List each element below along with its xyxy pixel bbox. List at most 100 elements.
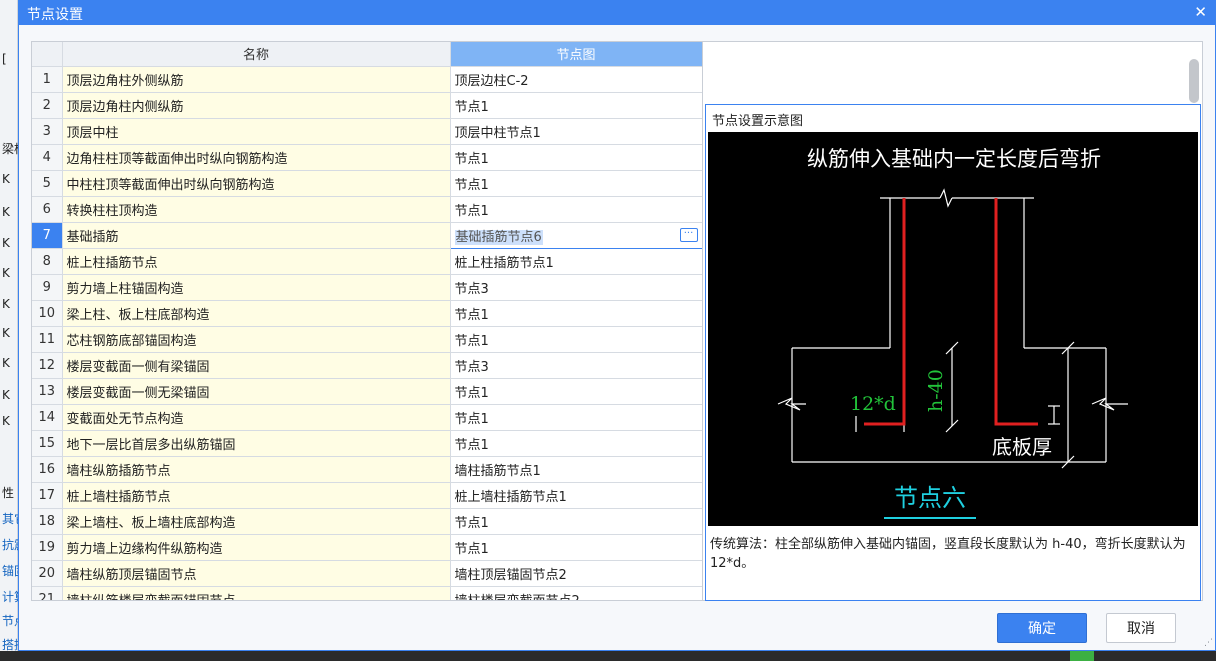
row-node-diagram[interactable]: 节点3 <box>450 274 702 301</box>
row-name[interactable]: 变截面处无节点构造 <box>62 404 451 431</box>
row-number[interactable]: 7 <box>32 222 63 249</box>
row-node-diagram[interactable]: 节点1 <box>450 430 702 457</box>
row-node-diagram[interactable]: 墙柱楼层变截面节点2 <box>450 586 702 600</box>
row-node-diagram[interactable]: 节点1 <box>450 404 702 431</box>
node-edit-text[interactable]: 基础插筋节点6 <box>454 229 543 245</box>
row-number[interactable]: 5 <box>32 170 63 197</box>
background-fragment: 计算 <box>2 590 18 604</box>
ok-button[interactable]: 确定 <box>997 613 1087 643</box>
row-name[interactable]: 顶层边角柱内侧纵筋 <box>62 92 451 119</box>
row-name[interactable]: 梁上柱、板上柱底部构造 <box>62 300 451 327</box>
row-name[interactable]: 边角柱柱顶等截面伸出时纵向钢筋构造 <box>62 144 451 171</box>
row-name[interactable]: 墙柱纵筋顶层锚固节点 <box>62 560 451 587</box>
row-name[interactable]: 基础插筋 <box>62 222 451 249</box>
table-row[interactable]: 17 桩上墙柱插筋节点 桩上墙柱插筋节点1 <box>32 482 702 509</box>
row-number[interactable]: 8 <box>32 248 63 275</box>
row-name[interactable]: 剪力墙上柱锚固构造 <box>62 274 451 301</box>
row-node-diagram[interactable]: 节点3 <box>450 352 702 379</box>
row-node-diagram[interactable]: 节点1 <box>450 92 702 119</box>
table-row[interactable]: 5 中柱柱顶等截面伸出时纵向钢筋构造 节点1 <box>32 170 702 197</box>
row-name[interactable]: 梁上墙柱、板上墙柱底部构造 <box>62 508 451 535</box>
row-number[interactable]: 1 <box>32 66 63 93</box>
row-name[interactable]: 楼层变截面一侧有梁锚固 <box>62 352 451 379</box>
row-node-diagram[interactable]: 节点1 <box>450 300 702 327</box>
row-name[interactable]: 芯柱钢筋底部锚固构造 <box>62 326 451 353</box>
table-row[interactable]: 9 剪力墙上柱锚固构造 节点3 <box>32 274 702 301</box>
row-node-diagram[interactable]: 节点1 <box>450 378 702 405</box>
row-node-diagram[interactable]: 节点1 <box>450 196 702 223</box>
row-number[interactable]: 11 <box>32 326 63 353</box>
table-row[interactable]: 13 楼层变截面一侧无梁锚固 节点1 <box>32 378 702 405</box>
row-number[interactable]: 16 <box>32 456 63 483</box>
header-name[interactable]: 名称 <box>62 42 451 67</box>
table-row[interactable]: 12 楼层变截面一侧有梁锚固 节点3 <box>32 352 702 379</box>
row-name[interactable]: 顶层中柱 <box>62 118 451 145</box>
diagram-heading: 纵筋伸入基础内一定长度后弯折 <box>807 147 1101 171</box>
ellipsis-icon[interactable]: ··· <box>679 227 698 242</box>
table-row[interactable]: 15 地下一层比首层多出纵筋锚固 节点1 <box>32 430 702 457</box>
row-name[interactable]: 转换柱柱顶构造 <box>62 196 451 223</box>
table-row[interactable]: 3 顶层中柱 顶层中柱节点1 <box>32 118 702 145</box>
background-green-block <box>1070 651 1094 661</box>
background-fragment: K <box>2 297 10 311</box>
row-name[interactable]: 桩上柱插筋节点 <box>62 248 451 275</box>
table-row[interactable]: 16 墙柱纵筋插筋节点 墙柱插筋节点1 <box>32 456 702 483</box>
row-name[interactable]: 楼层变截面一侧无梁锚固 <box>62 378 451 405</box>
row-name[interactable]: 地下一层比首层多出纵筋锚固 <box>62 430 451 457</box>
row-node-diagram[interactable]: 节点1 <box>450 170 702 197</box>
row-name[interactable]: 顶层边角柱外侧纵筋 <box>62 66 451 93</box>
row-number[interactable]: 19 <box>32 534 63 561</box>
row-node-diagram[interactable]: 桩上墙柱插筋节点1 <box>450 482 702 509</box>
row-node-diagram[interactable]: 桩上柱插筋节点1 <box>450 248 702 275</box>
table-row[interactable]: 6 转换柱柱顶构造 节点1 <box>32 196 702 223</box>
table-row[interactable]: 2 顶层边角柱内侧纵筋 节点1 <box>32 92 702 119</box>
row-name[interactable]: 中柱柱顶等截面伸出时纵向钢筋构造 <box>62 170 451 197</box>
cancel-button[interactable]: 取消 <box>1106 613 1176 643</box>
table-row[interactable]: 21 墙柱纵筋楼层变截面锚固节点 墙柱楼层变截面节点2 <box>32 586 702 600</box>
row-number[interactable]: 6 <box>32 196 63 223</box>
row-number[interactable]: 13 <box>32 378 63 405</box>
dialog-titlebar[interactable]: 节点设置 ✕ <box>19 1 1215 25</box>
row-node-diagram[interactable]: 节点1 <box>450 508 702 535</box>
row-number[interactable]: 14 <box>32 404 63 431</box>
row-number[interactable]: 15 <box>32 430 63 457</box>
row-name[interactable]: 墙柱纵筋插筋节点 <box>62 456 451 483</box>
row-node-diagram[interactable]: 节点1 <box>450 326 702 353</box>
table-row[interactable]: 1 顶层边角柱外侧纵筋 顶层边柱C-2 <box>32 66 702 93</box>
table-row[interactable]: 4 边角柱柱顶等截面伸出时纵向钢筋构造 节点1 <box>32 144 702 171</box>
table-row[interactable]: 10 梁上柱、板上柱底部构造 节点1 <box>32 300 702 327</box>
row-number[interactable]: 17 <box>32 482 63 509</box>
row-number[interactable]: 2 <box>32 92 63 119</box>
row-node-diagram[interactable]: 墙柱插筋节点1 <box>450 456 702 483</box>
table-row[interactable]: 20 墙柱纵筋顶层锚固节点 墙柱顶层锚固节点2 <box>32 560 702 587</box>
row-number[interactable]: 3 <box>32 118 63 145</box>
table-row[interactable]: 7 基础插筋 基础插筋节点6 ··· <box>32 221 702 249</box>
row-node-diagram[interactable]: 顶层中柱节点1 <box>450 118 702 145</box>
row-node-diagram[interactable]: 节点1 <box>450 144 702 171</box>
close-icon[interactable]: ✕ <box>1194 3 1207 21</box>
row-name[interactable]: 剪力墙上边缘构件纵筋构造 <box>62 534 451 561</box>
scrollbar-thumb[interactable] <box>1189 59 1199 103</box>
row-number[interactable]: 21 <box>32 586 63 600</box>
row-node-diagram[interactable]: 基础插筋节点6 ··· <box>449 221 702 249</box>
table-row[interactable]: 18 梁上墙柱、板上墙柱底部构造 节点1 <box>32 508 702 535</box>
row-node-diagram[interactable]: 节点1 <box>450 534 702 561</box>
table-row[interactable]: 14 变截面处无节点构造 节点1 <box>32 404 702 431</box>
row-number[interactable]: 12 <box>32 352 63 379</box>
row-node-diagram[interactable]: 墙柱顶层锚固节点2 <box>450 560 702 587</box>
row-number[interactable]: 10 <box>32 300 63 327</box>
table-row[interactable]: 8 桩上柱插筋节点 桩上柱插筋节点1 <box>32 248 702 275</box>
resize-grip-icon[interactable]: ⋰ <box>1204 638 1213 648</box>
row-name[interactable]: 墙柱纵筋楼层变截面锚固节点 <box>62 586 451 600</box>
header-node-diagram[interactable]: 节点图 <box>450 42 702 67</box>
row-number[interactable]: 20 <box>32 560 63 587</box>
row-number[interactable]: 9 <box>32 274 63 301</box>
table-row[interactable]: 11 芯柱钢筋底部锚固构造 节点1 <box>32 326 702 353</box>
table-header-row: 名称 节点图 <box>32 42 702 67</box>
row-number[interactable]: 18 <box>32 508 63 535</box>
node-diagram-canvas: 纵筋伸入基础内一定长度后弯折 12*d h-40 底板厚 节点六 <box>708 132 1198 526</box>
table-row[interactable]: 19 剪力墙上边缘构件纵筋构造 节点1 <box>32 534 702 561</box>
row-name[interactable]: 桩上墙柱插筋节点 <box>62 482 451 509</box>
row-number[interactable]: 4 <box>32 144 63 171</box>
row-node-diagram[interactable]: 顶层边柱C-2 <box>450 66 702 93</box>
